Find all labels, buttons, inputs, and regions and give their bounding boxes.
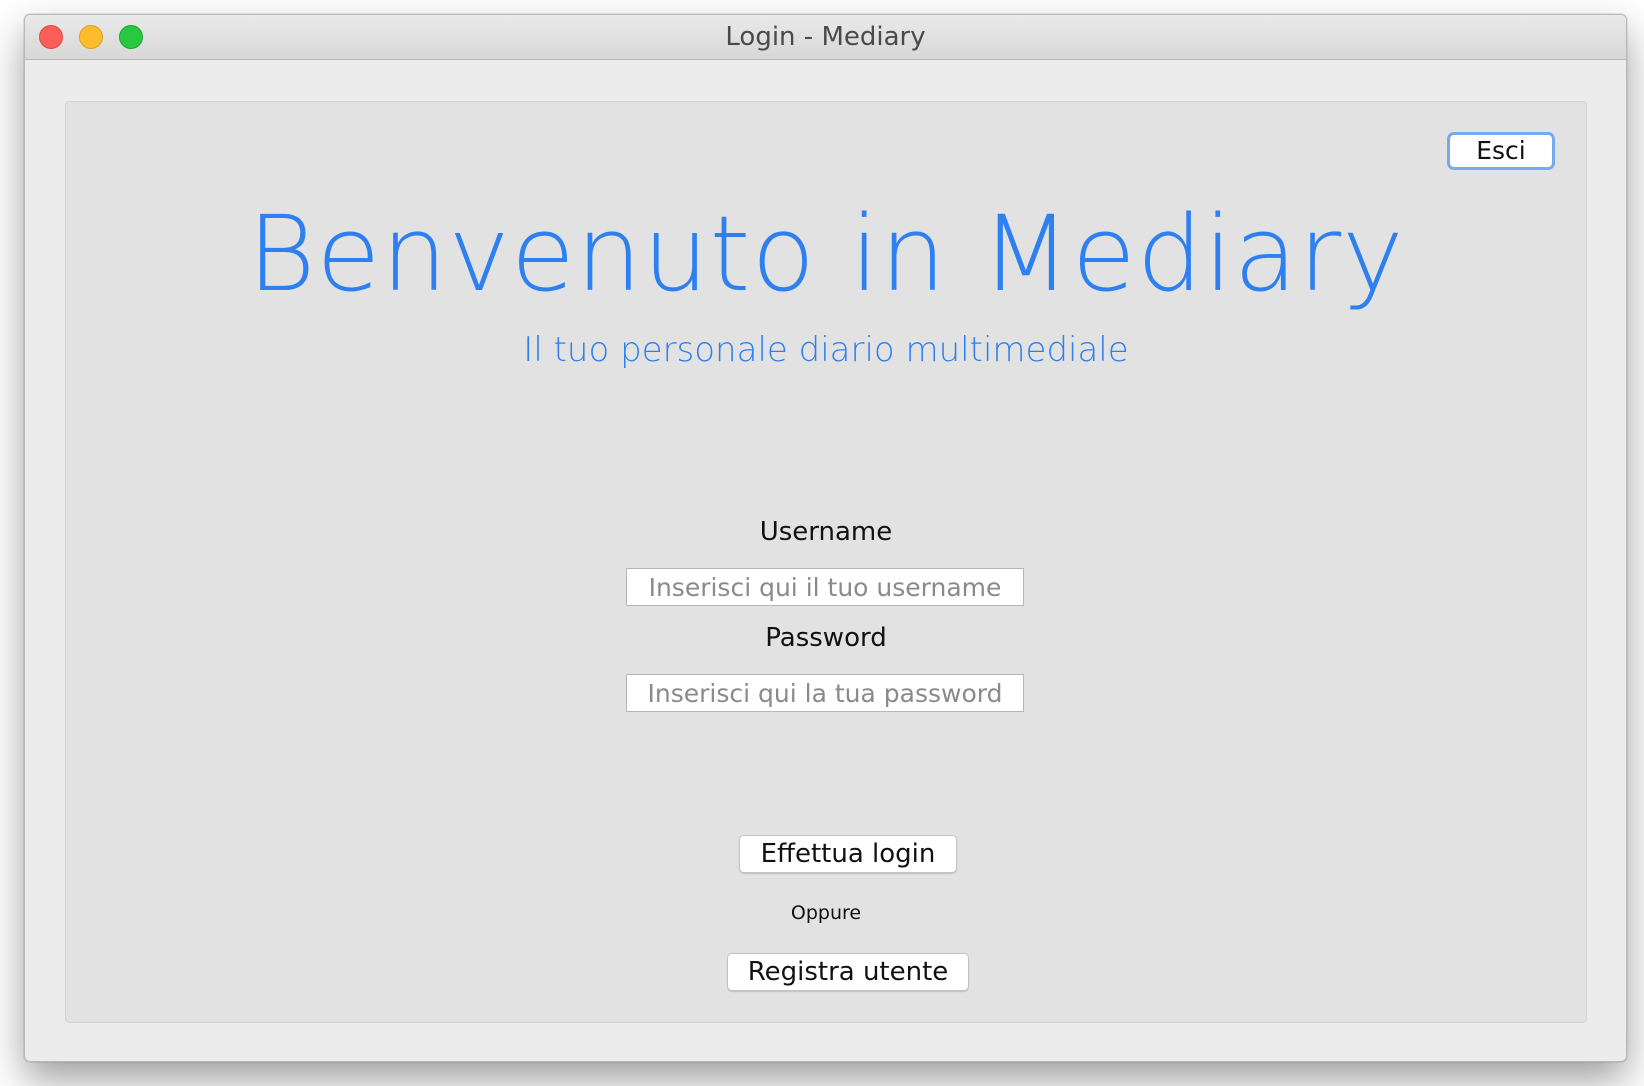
password-field[interactable]: [626, 674, 1024, 712]
welcome-title: Benvenuto in Mediary: [247, 193, 1405, 315]
login-button[interactable]: Effettua login: [739, 835, 957, 873]
or-separator-label: Oppure: [790, 902, 862, 924]
title-bar[interactable]: Login - Mediary: [25, 15, 1626, 60]
password-label: Password: [765, 623, 887, 653]
username-field[interactable]: [626, 568, 1024, 606]
welcome-subtitle: Il tuo personale diario multimediale: [523, 330, 1129, 370]
window-title: Login - Mediary: [725, 22, 926, 52]
register-user-button[interactable]: Registra utente: [727, 953, 969, 991]
login-window: Login - Mediary Esci Benvenuto in Mediar…: [24, 14, 1627, 1062]
desktop: Login - Mediary Esci Benvenuto in Mediar…: [0, 0, 1644, 1086]
login-panel: Esci Benvenuto in Mediary Il tuo persona…: [65, 101, 1587, 1023]
username-label: Username: [759, 517, 893, 547]
exit-button[interactable]: Esci: [1447, 132, 1555, 170]
